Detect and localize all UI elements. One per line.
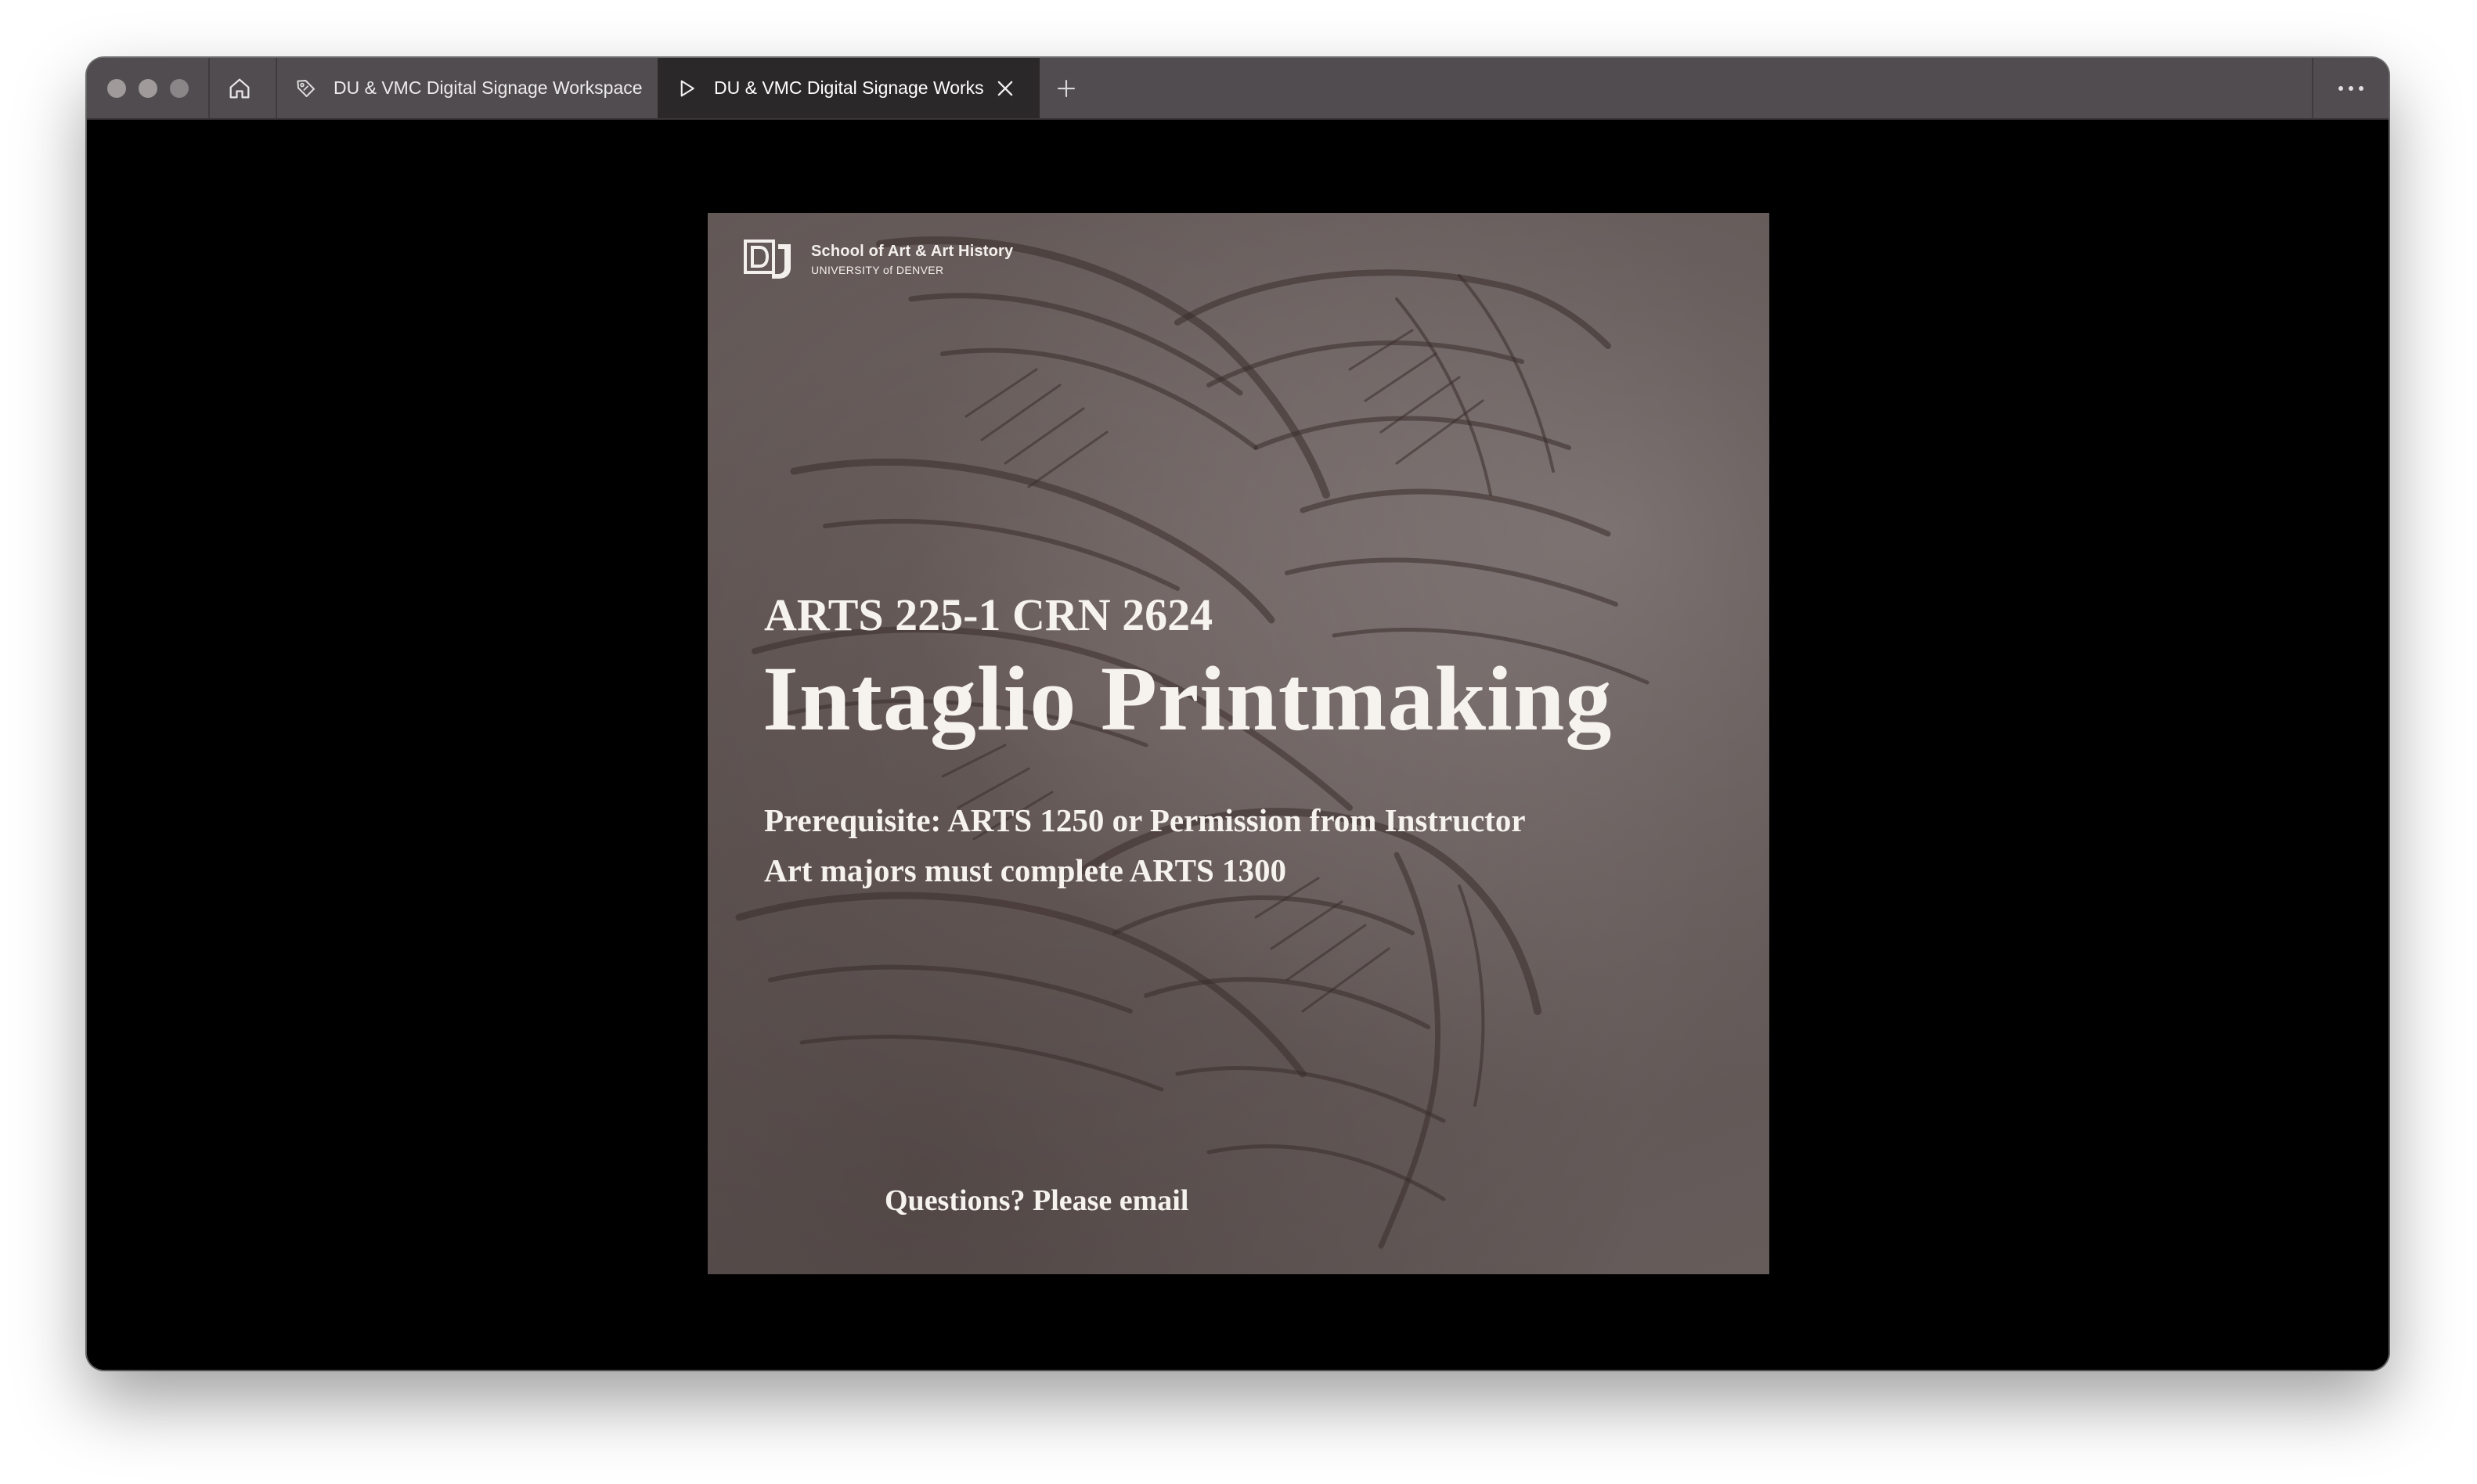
preview-area: School of Art & Art History UNIVERSITY o… xyxy=(87,120,2389,1370)
close-window-button[interactable] xyxy=(107,79,126,98)
more-horizontal-icon[interactable] xyxy=(2312,58,2389,118)
course-title: Intaglio Printmaking xyxy=(763,647,1613,750)
questions-text: Questions? Please email xyxy=(885,1184,1189,1217)
play-icon xyxy=(680,80,694,96)
tab-workspace[interactable]: DU & VMC Digital Signage Workspace xyxy=(277,58,658,118)
school-logo: School of Art & Art History UNIVERSITY o… xyxy=(744,240,1013,280)
signage-poster: School of Art & Art History UNIVERSITY o… xyxy=(708,213,1769,1274)
title-bar: DU & VMC Digital Signage Workspace DU & … xyxy=(87,58,2389,120)
divider xyxy=(208,58,210,118)
dot xyxy=(2359,86,2363,91)
zoom-window-button[interactable] xyxy=(170,79,189,98)
browser-window: DU & VMC Digital Signage Workspace DU & … xyxy=(87,58,2389,1370)
school-name: School of Art & Art History xyxy=(811,243,1014,261)
dot xyxy=(2338,86,2343,91)
majors-note: Art majors must complete ARTS 1300 xyxy=(764,852,1286,888)
logo-text: School of Art & Art History UNIVERSITY o… xyxy=(811,243,1013,276)
home-icon[interactable] xyxy=(226,75,253,102)
close-icon[interactable] xyxy=(994,77,1016,99)
prerequisite-text: Prerequisite: ARTS 1250 or Permission fr… xyxy=(764,802,1526,838)
tab-preview[interactable]: DU & VMC Digital Signage Workspace xyxy=(658,58,1040,118)
university-name: UNIVERSITY of DENVER xyxy=(811,264,944,277)
plus-icon[interactable] xyxy=(1055,77,1078,100)
tab-label: DU & VMC Digital Signage Workspace xyxy=(334,77,643,98)
course-code: ARTS 225-1 CRN 2624 xyxy=(764,589,1213,640)
tab-label: DU & VMC Digital Signage Workspace xyxy=(714,77,983,98)
dot xyxy=(2349,86,2353,91)
tag-icon xyxy=(297,79,315,97)
du-logo-mark xyxy=(744,240,791,279)
minimize-window-button[interactable] xyxy=(139,79,157,98)
